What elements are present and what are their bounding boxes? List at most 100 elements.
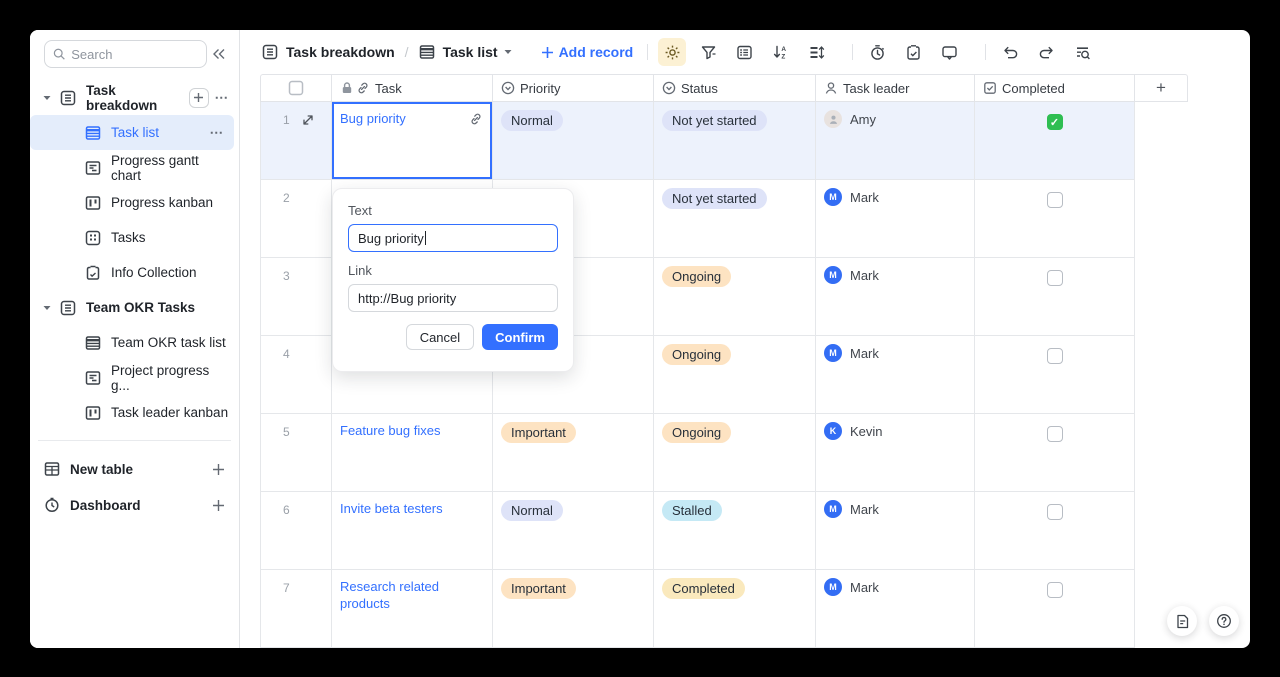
select-all-header[interactable]	[260, 74, 332, 102]
cell-task[interactable]: Feature bug fixes	[332, 414, 493, 492]
cell-task[interactable]: Invite beta testers	[332, 492, 493, 570]
confirm-button[interactable]: Confirm	[482, 324, 558, 350]
column-header-task-leader[interactable]: Task leader	[816, 74, 975, 102]
task-link[interactable]: Bug priority	[340, 110, 484, 127]
completed-checkbox[interactable]	[1047, 426, 1063, 442]
row-handle[interactable]: 7	[260, 570, 332, 648]
sidebar-item-progress-kanban[interactable]: Progress kanban	[30, 185, 239, 220]
sidebar-item-progress-gantt[interactable]: Progress gantt chart	[30, 150, 239, 185]
plus-icon	[541, 46, 554, 59]
cell-task-leader[interactable]: MMark	[816, 336, 975, 414]
cell-task-leader[interactable]: MMark	[816, 180, 975, 258]
collapse-sidebar-button[interactable]	[207, 42, 231, 66]
sidebar-item-team-okr-tasks[interactable]: Team OKR Tasks	[30, 290, 239, 325]
add-record-button[interactable]: Add record	[541, 44, 634, 60]
cell-task[interactable]: Research related products	[332, 570, 493, 648]
search-input[interactable]	[71, 47, 198, 62]
link-input[interactable]: http://Bug priority	[348, 284, 558, 312]
sidebar-item-task-leader-kanban[interactable]: Task leader kanban	[30, 395, 239, 430]
sidebar-item-info-collection[interactable]: Info Collection	[30, 255, 239, 290]
more-icon[interactable]: ⋯	[215, 90, 230, 106]
column-header-status[interactable]: Status	[654, 74, 816, 102]
completed-checkbox[interactable]	[1047, 504, 1063, 520]
cell-completed[interactable]	[975, 180, 1135, 258]
base-grid-icon	[60, 90, 76, 106]
cell-task-leader[interactable]: MMark	[816, 492, 975, 570]
task-link[interactable]: Feature bug fixes	[340, 422, 484, 439]
completed-checkbox[interactable]	[1047, 114, 1063, 130]
task-link[interactable]: Research related products	[340, 578, 484, 612]
cell-status[interactable]: Completed	[654, 570, 816, 648]
completed-checkbox[interactable]	[1047, 582, 1063, 598]
row-handle[interactable]: 3	[260, 258, 332, 336]
filter-button[interactable]	[694, 38, 722, 66]
chevron-down-icon[interactable]	[503, 47, 513, 57]
plus-icon[interactable]	[212, 463, 225, 476]
column-header-task[interactable]: Task	[332, 74, 493, 102]
new-table-button[interactable]: New table	[30, 451, 239, 487]
text-input[interactable]: Bug priority	[348, 224, 558, 252]
cell-priority[interactable]: Important	[493, 570, 654, 648]
cell-status[interactable]: Ongoing	[654, 258, 816, 336]
cell-status[interactable]: Not yet started	[654, 102, 816, 180]
sidebar-item-team-okr-task-list[interactable]: Team OKR task list	[30, 325, 239, 360]
cell-completed[interactable]	[975, 102, 1135, 180]
sidebar-item-tasks[interactable]: Tasks	[30, 220, 239, 255]
row-handle[interactable]: 1	[260, 102, 332, 180]
link-icon[interactable]	[469, 112, 483, 126]
checkbox-icon[interactable]	[288, 80, 304, 96]
cell-priority[interactable]: Normal	[493, 102, 654, 180]
cell-completed[interactable]	[975, 492, 1135, 570]
column-header-priority[interactable]: Priority	[493, 74, 654, 102]
automation-button[interactable]	[863, 38, 891, 66]
add-column-button[interactable]: +	[1135, 74, 1188, 102]
cell-priority[interactable]: Normal	[493, 492, 654, 570]
cell-completed[interactable]	[975, 570, 1135, 648]
table-search-button[interactable]	[1068, 38, 1096, 66]
plus-icon[interactable]	[212, 499, 225, 512]
cell-status[interactable]: Ongoing	[654, 414, 816, 492]
cell-task-leader[interactable]: MMark	[816, 258, 975, 336]
dashboard-button[interactable]: Dashboard	[30, 487, 239, 523]
cell-task[interactable]: Bug priority	[332, 102, 493, 180]
comment-button[interactable]	[935, 38, 963, 66]
cell-completed[interactable]	[975, 258, 1135, 336]
sidebar-item-project-progress[interactable]: Project progress g...	[30, 360, 239, 395]
row-handle[interactable]: 2	[260, 180, 332, 258]
cell-status[interactable]: Not yet started	[654, 180, 816, 258]
row-handle[interactable]: 4	[260, 336, 332, 414]
cell-priority[interactable]: Important	[493, 414, 654, 492]
cell-task-leader[interactable]: KKevin	[816, 414, 975, 492]
row-handle[interactable]: 6	[260, 492, 332, 570]
cell-status[interactable]: Stalled	[654, 492, 816, 570]
cancel-button[interactable]: Cancel	[406, 324, 474, 350]
form-button[interactable]	[899, 38, 927, 66]
cell-completed[interactable]	[975, 414, 1135, 492]
row-handle[interactable]: 5	[260, 414, 332, 492]
add-view-button[interactable]	[189, 88, 209, 108]
sort-button[interactable]: AZ	[766, 38, 794, 66]
more-icon[interactable]: ⋯	[210, 125, 225, 141]
search-input-wrap[interactable]	[44, 40, 207, 68]
column-header-completed[interactable]: Completed	[975, 74, 1135, 102]
row-height-button[interactable]	[802, 38, 830, 66]
completed-checkbox[interactable]	[1047, 270, 1063, 286]
cell-task-leader[interactable]: Amy	[816, 102, 975, 180]
cell-task-leader[interactable]: MMark	[816, 570, 975, 648]
docs-fab-button[interactable]	[1167, 606, 1197, 636]
expand-record-icon[interactable]	[301, 113, 315, 127]
redo-button[interactable]	[1032, 38, 1060, 66]
undo-button[interactable]	[996, 38, 1024, 66]
completed-checkbox[interactable]	[1047, 192, 1063, 208]
help-fab-button[interactable]	[1209, 606, 1239, 636]
task-link[interactable]: Invite beta testers	[340, 500, 484, 517]
breadcrumb-base[interactable]: Task breakdown	[286, 44, 395, 60]
breadcrumb-view[interactable]: Task list	[443, 44, 498, 60]
settings-button[interactable]	[658, 38, 686, 66]
sidebar-item-task-breakdown[interactable]: Task breakdown ⋯	[30, 80, 239, 115]
cell-completed[interactable]	[975, 336, 1135, 414]
cell-status[interactable]: Ongoing	[654, 336, 816, 414]
sidebar-item-task-list[interactable]: Task list ⋯	[30, 115, 234, 150]
completed-checkbox[interactable]	[1047, 348, 1063, 364]
group-button[interactable]	[730, 38, 758, 66]
